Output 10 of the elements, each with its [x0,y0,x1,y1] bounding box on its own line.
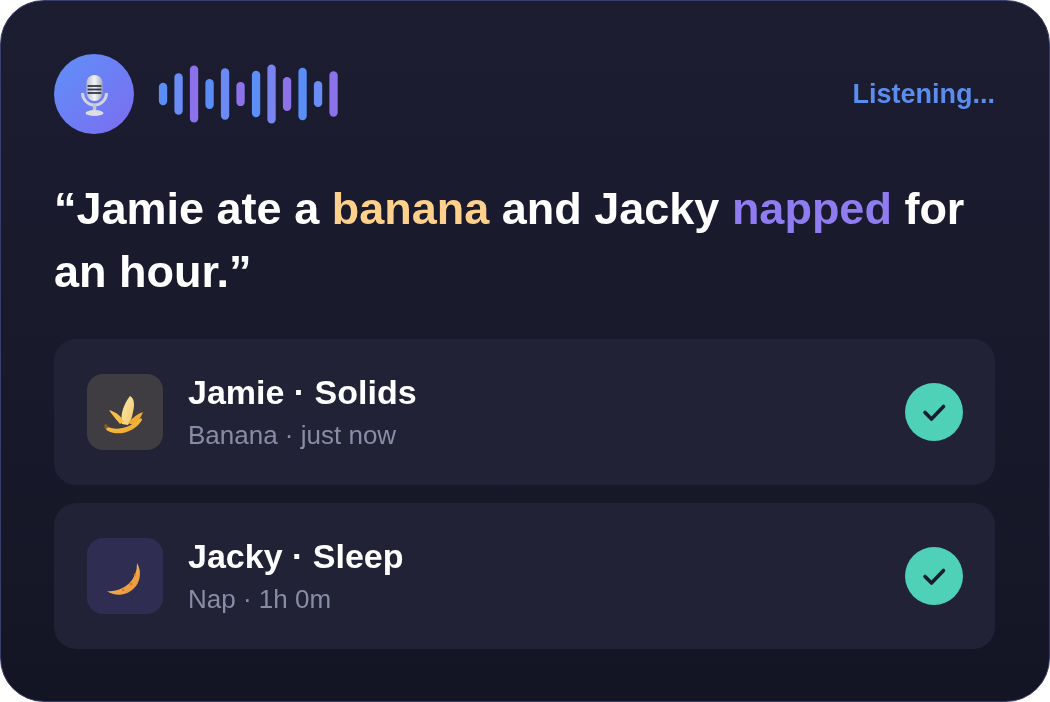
crescent-moon-icon [87,538,163,614]
microphone-icon[interactable] [54,54,134,134]
entry-title: Jamie · Solids [188,372,418,414]
entry-title: Jacky · Sleep [188,536,405,578]
entry-detail: Nap · 1h 0m [188,583,333,616]
sound-wave-icon [156,63,341,125]
transcript-text: “Jamie ate a banana and Jacky napped for an hour.” [54,182,966,299]
banana-icon [87,374,163,450]
listening-status: Listening... [852,77,995,111]
entry-detail: Banana · just now [188,419,398,452]
